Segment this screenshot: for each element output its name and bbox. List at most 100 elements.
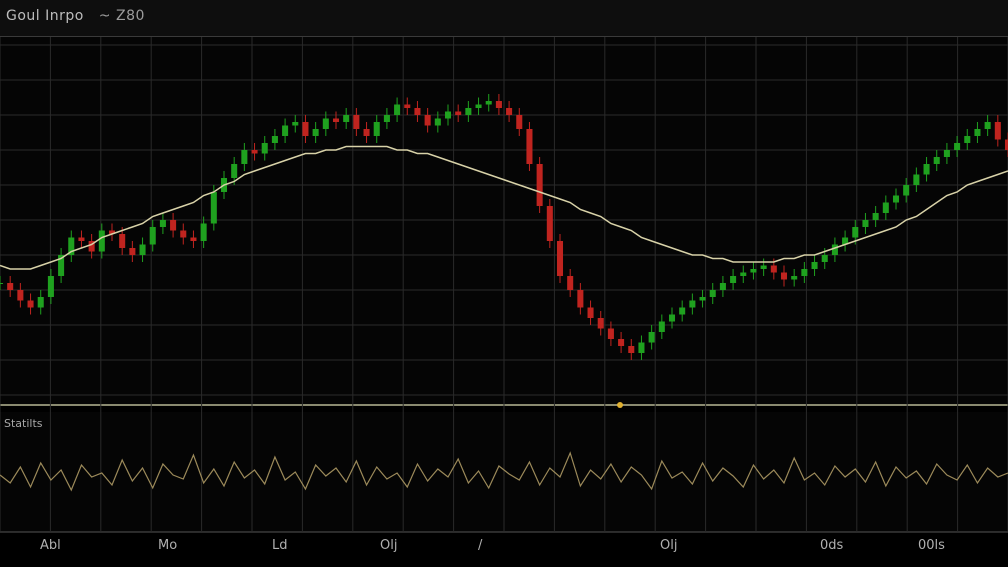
price-bar — [159, 220, 166, 227]
price-bar — [862, 220, 869, 227]
price-bar — [750, 269, 757, 273]
price-bar — [414, 108, 421, 115]
price-bar — [974, 129, 981, 136]
price-bar — [943, 150, 950, 157]
price-bar — [933, 157, 940, 164]
price-chart[interactable] — [0, 0, 1008, 567]
price-bar — [98, 230, 105, 252]
price-bar — [231, 164, 238, 178]
price-bar — [709, 290, 716, 297]
price-bar — [139, 244, 146, 255]
price-bar — [495, 101, 502, 108]
price-bar — [322, 118, 329, 129]
price-bar — [638, 342, 645, 353]
x-tick-label: 00ls — [918, 538, 945, 553]
price-bar — [271, 136, 278, 143]
price-bar — [597, 318, 604, 329]
price-bar — [424, 115, 431, 126]
price-bar — [903, 185, 910, 196]
price-bar — [506, 108, 513, 115]
price-bar — [658, 321, 665, 332]
price-bar — [648, 332, 655, 343]
price-bar — [190, 237, 197, 241]
price-bar — [811, 262, 818, 269]
price-bar — [587, 307, 594, 318]
price-bar — [475, 104, 482, 108]
price-bar — [872, 213, 879, 220]
price-bar — [577, 290, 584, 308]
price-bar — [302, 122, 309, 136]
price-bar — [526, 129, 533, 164]
x-tick-label: Mo — [158, 538, 178, 553]
price-bar — [923, 164, 930, 175]
price-bar — [730, 276, 737, 283]
crosshair-marker[interactable] — [617, 402, 623, 408]
price-bar — [791, 276, 798, 280]
price-bar — [282, 125, 289, 136]
price-bar — [516, 115, 523, 129]
price-bar — [0, 283, 4, 284]
price-bar — [668, 314, 676, 322]
price-bar — [394, 104, 401, 115]
price-bar — [170, 220, 177, 231]
price-bar — [383, 115, 390, 122]
price-bar — [343, 115, 350, 122]
price-bar — [312, 129, 319, 136]
price-bar — [618, 339, 625, 346]
price-bar — [821, 255, 828, 262]
price-bar — [27, 300, 34, 308]
price-bar — [913, 174, 920, 185]
x-tick-label: Ld — [272, 538, 288, 553]
price-bar — [200, 223, 207, 241]
price-bar — [556, 241, 564, 276]
price-bar — [47, 276, 54, 297]
price-bar — [210, 192, 217, 224]
price-bar — [129, 248, 136, 255]
price-bar — [485, 101, 492, 105]
price-bar — [882, 202, 889, 213]
price-bar — [852, 227, 859, 238]
price-bar — [404, 104, 411, 108]
price-bar — [241, 150, 248, 164]
price-bar — [455, 111, 462, 115]
price-bar — [760, 265, 767, 269]
price-bar — [831, 244, 838, 255]
x-tick-label: Olj — [660, 538, 678, 553]
price-bar — [373, 122, 380, 136]
price-bar — [261, 143, 268, 154]
price-bar — [546, 206, 553, 241]
price-bar — [780, 272, 788, 280]
price-bar — [37, 297, 44, 308]
price-bar — [353, 115, 360, 129]
price-bar — [740, 272, 747, 276]
price-bar — [689, 300, 696, 308]
price-bar — [7, 283, 14, 290]
price-bar — [180, 230, 187, 238]
price-bar — [628, 346, 635, 353]
price-bar — [567, 276, 574, 290]
price-bar — [607, 328, 614, 339]
price-bar — [292, 122, 299, 126]
price-bar — [964, 136, 971, 143]
price-bar — [719, 283, 726, 290]
price-bar — [536, 164, 543, 206]
price-bar — [119, 234, 126, 248]
price-bar — [78, 237, 85, 241]
price-bar — [149, 227, 156, 245]
price-bar — [465, 108, 472, 115]
price-bar — [434, 118, 441, 126]
price-bar — [994, 122, 1001, 140]
grid-lines — [0, 37, 1008, 532]
price-bar — [444, 111, 452, 119]
oscillator-label: Statilts — [4, 417, 43, 430]
x-tick-label: Abl — [40, 538, 61, 553]
price-bar — [251, 150, 258, 154]
price-bar — [332, 118, 340, 122]
price-bar — [801, 269, 808, 276]
price-bar — [699, 297, 706, 301]
x-tick-label: 0ds — [820, 538, 844, 553]
price-bar — [892, 195, 900, 203]
price-bar — [770, 265, 777, 273]
price-bar — [363, 129, 370, 136]
price-bar — [954, 143, 961, 150]
